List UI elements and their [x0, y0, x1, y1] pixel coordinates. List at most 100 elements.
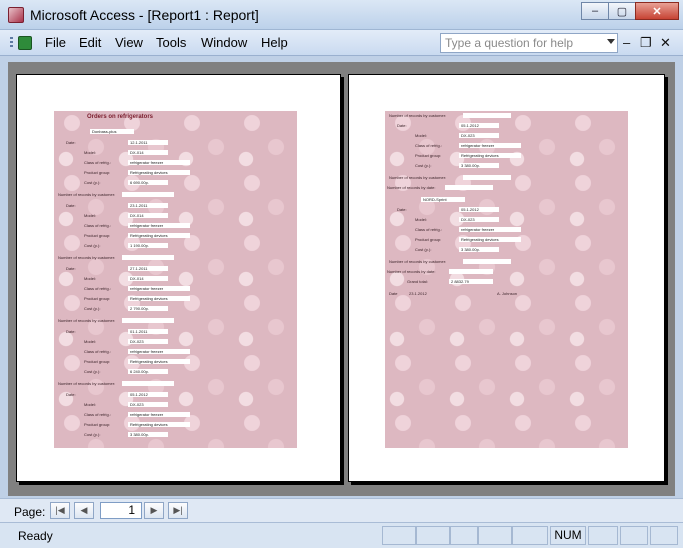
records-by-date-value [449, 269, 493, 274]
customer-value: Donbass-plus [90, 129, 134, 134]
order-class: refrigerator freezer [459, 227, 521, 232]
date-label: Date: [66, 266, 76, 271]
mdi-restore-button[interactable]: ❐ [640, 35, 652, 51]
order-cost: 6 240.00p. [128, 369, 168, 374]
order-date: 05.1.2012 [128, 392, 168, 397]
report-preview-area[interactable]: Orders on refrigerators Donbass-plus Dat… [8, 62, 675, 496]
records-by-date-label: Number of records by date: [387, 185, 436, 190]
cost-label: Cost (p.): [84, 432, 101, 437]
page-label: Page: [14, 505, 46, 519]
date-label: Date: [66, 140, 76, 145]
menu-file[interactable]: File [45, 35, 66, 50]
order-group: Refrigerating devices [128, 422, 190, 427]
class-label: Class of refrig.: [84, 160, 111, 165]
order-class: refrigerator freezer [128, 349, 190, 354]
order-date: 05.1.2012 [459, 207, 499, 212]
class-label: Class of refrig.: [84, 223, 111, 228]
class-label: Class of refrig.: [415, 227, 442, 232]
chevron-down-icon[interactable] [607, 39, 615, 44]
order-model: DX-014 [128, 276, 168, 281]
records-by-customer-value [122, 318, 174, 323]
report-window-icon[interactable] [18, 36, 32, 50]
order-cost: 3 380.00p. [128, 432, 168, 437]
records-by-customer-label: Number of records by customer: [389, 259, 447, 264]
order-cost: 6 690.00p. [128, 180, 168, 185]
class-label: Class of refrig.: [415, 143, 442, 148]
order-class: refrigerator freezer [128, 160, 190, 165]
report-page-2[interactable]: Number of records by customer: Date: 05.… [348, 74, 665, 482]
menu-view[interactable]: View [115, 35, 143, 50]
menu-edit[interactable]: Edit [79, 35, 101, 50]
order-group: Refrigerating devices [128, 359, 190, 364]
status-panel [416, 526, 450, 545]
records-by-date-value [445, 185, 493, 190]
ask-question-input[interactable]: Type a question for help [440, 33, 618, 53]
group-label: Product group: [84, 170, 111, 175]
ask-question-placeholder: Type a question for help [445, 36, 574, 50]
footer-date-label: Date [389, 291, 398, 296]
order-class: refrigerator freezer [128, 286, 190, 291]
status-text: Ready [18, 529, 53, 543]
order-group: Refrigerating devices [459, 153, 521, 158]
last-page-button[interactable]: ▶| [168, 502, 188, 519]
cost-label: Cost (p.): [84, 180, 101, 185]
menu-window[interactable]: Window [201, 35, 247, 50]
report-background: Orders on refrigerators Donbass-plus Dat… [54, 111, 297, 448]
report-page-1[interactable]: Orders on refrigerators Donbass-plus Dat… [16, 74, 341, 482]
minimize-button[interactable]: ‒ [581, 2, 609, 20]
cost-label: Cost (p.): [415, 163, 432, 168]
model-label: Model: [84, 150, 97, 155]
previous-page-button[interactable]: ◀ [74, 502, 94, 519]
close-button[interactable]: ✕ [635, 2, 679, 20]
class-label: Class of refrig.: [84, 286, 111, 291]
toolbar-grip-icon[interactable] [10, 37, 13, 49]
order-group: Refrigerating devices [128, 233, 190, 238]
cost-label: Cost (p.): [84, 369, 101, 374]
group-label: Product group: [415, 237, 442, 242]
status-panel [588, 526, 618, 545]
model-label: Model: [84, 339, 97, 344]
records-by-date-label: Number of records by date: [387, 269, 436, 274]
group-label: Product group: [415, 153, 442, 158]
page-number-input[interactable]: 1 [100, 502, 142, 519]
group-label: Product group: [84, 359, 111, 364]
group-label: Product group: [84, 233, 111, 238]
grand-total-value: 2 8832.79 [449, 279, 493, 284]
menu-tools[interactable]: Tools [156, 35, 186, 50]
date-label: Date: [66, 392, 76, 397]
records-by-customer-label: Number of records by customer: [58, 192, 116, 197]
cost-label: Cost (p.): [415, 247, 432, 252]
date-label: Date: [66, 203, 76, 208]
first-page-button[interactable]: |◀ [50, 502, 70, 519]
date-label: Date: [397, 123, 407, 128]
status-panel [382, 526, 416, 545]
access-app-icon [8, 7, 24, 23]
status-panel [650, 526, 678, 545]
maximize-button[interactable]: ▢ [608, 2, 636, 20]
record-navigation-bar: Page: |◀ ◀ 1 ▶ ▶| [0, 498, 683, 522]
mdi-minimize-button[interactable]: – [623, 35, 630, 50]
menu-help[interactable]: Help [261, 35, 288, 50]
footer-signature: A. Johnson [497, 291, 518, 296]
status-bar: Ready NUM [0, 522, 683, 548]
status-panel [512, 526, 548, 545]
order-class: refrigerator freezer [128, 412, 190, 417]
records-by-customer-value [122, 192, 174, 197]
records-by-customer-label: Number of records by customer: [58, 255, 116, 260]
order-model: DX-023 [459, 217, 499, 222]
title-bar: Microsoft Access - [Report1 : Report] ‒ … [0, 0, 683, 30]
order-class: refrigerator freezer [459, 143, 521, 148]
next-page-button[interactable]: ▶ [144, 502, 164, 519]
class-label: Class of refrig.: [84, 412, 111, 417]
records-by-customer-value [463, 175, 511, 180]
group-label: Product group: [84, 422, 111, 427]
order-model: DX-023 [128, 339, 168, 344]
date-label: Date: [397, 207, 407, 212]
order-cost: 2 790.00p. [128, 306, 168, 311]
mdi-close-button[interactable]: ✕ [660, 35, 671, 51]
order-cost: 3 380.00p. [459, 247, 499, 252]
model-label: Model: [415, 133, 428, 138]
order-cost: 1 190.00p. [128, 243, 168, 248]
order-class: refrigerator freezer [128, 223, 190, 228]
order-model: DX-014 [128, 213, 168, 218]
